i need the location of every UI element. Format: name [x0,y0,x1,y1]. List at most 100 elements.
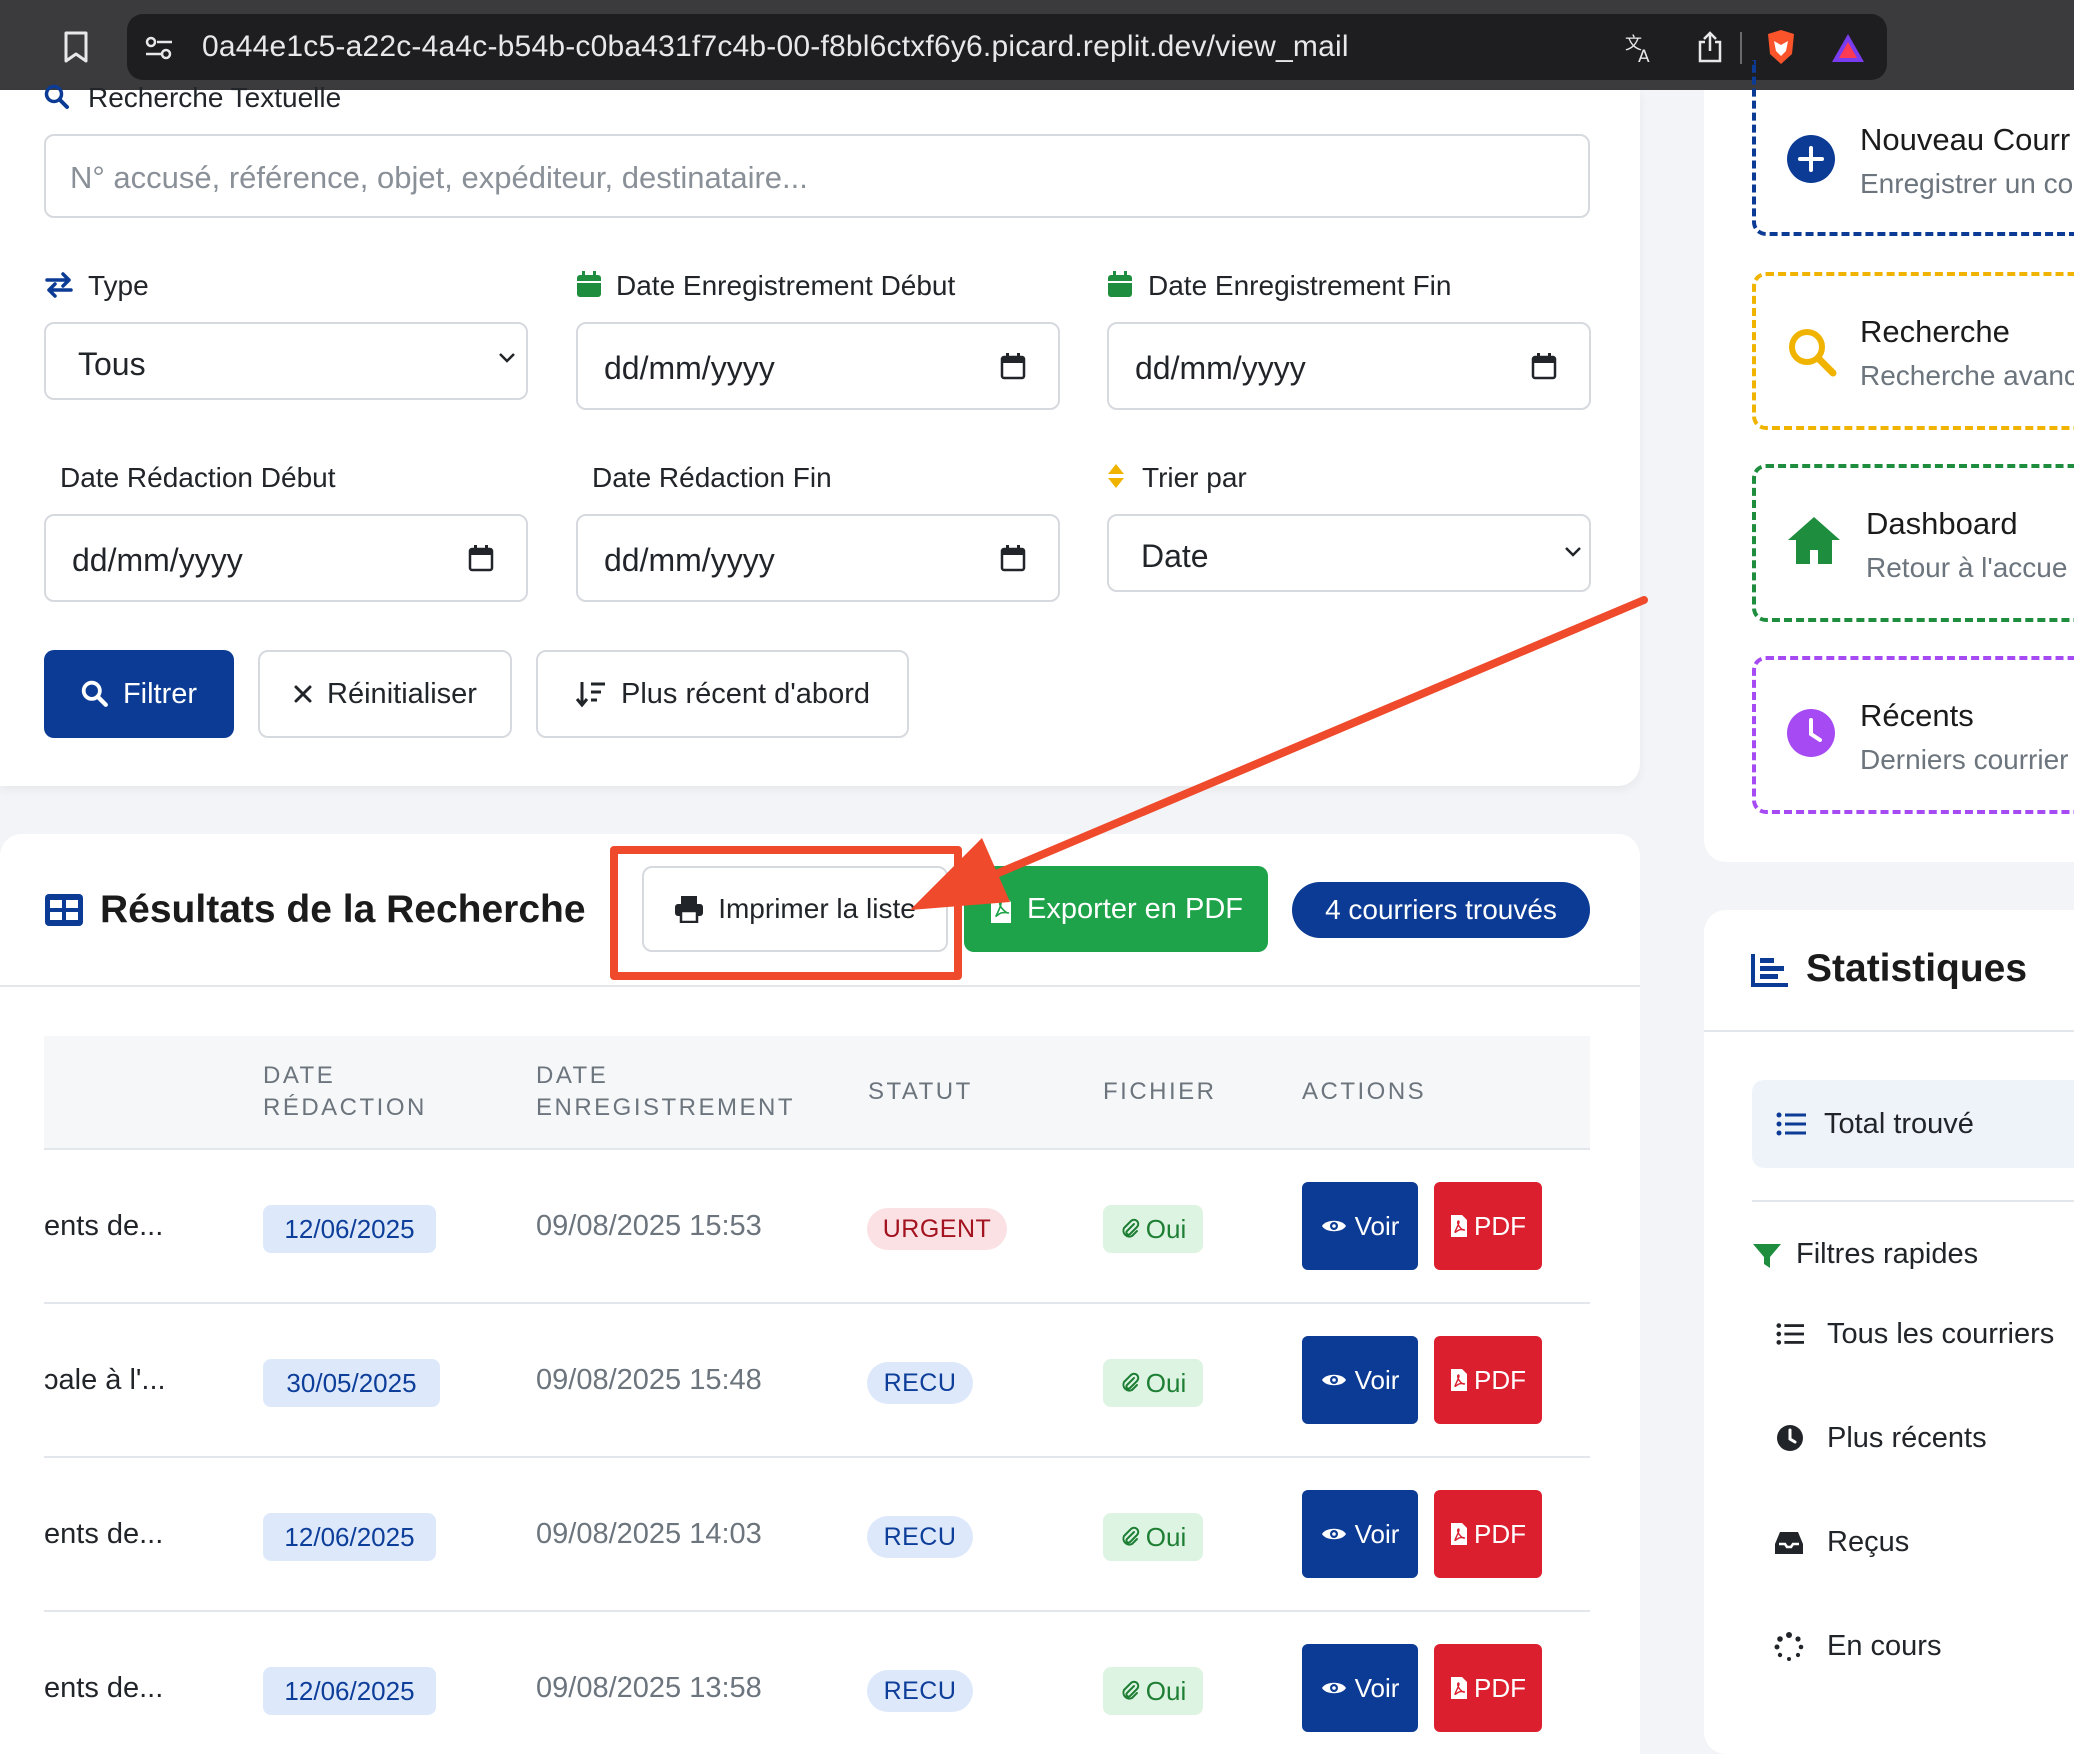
text-search-label: Recherche Textuelle [88,82,342,113]
clock-icon [1786,708,1836,758]
column-header-statut: STATUT [868,1078,973,1105]
object-cell: ents de... [44,1672,164,1704]
status-badge-recu: RECU [867,1362,973,1404]
chart-bar-icon [1750,952,1790,988]
quick-action-title: Recherche [1860,314,2010,349]
clock-icon [1776,1424,1804,1452]
date-redaction-badge: 30/05/2025 [263,1359,440,1407]
view-button-label: Voir [1354,1672,1400,1703]
table-icon [44,893,84,927]
object-cell: ents de... [44,1518,164,1550]
chevron-down-icon [498,352,516,364]
pdf-button[interactable]: PDF [1434,1336,1542,1424]
reset-button-label: Réinitialiser [327,677,477,710]
view-button[interactable]: Voir [1302,1644,1418,1732]
file-badge: Oui [1103,1359,1203,1407]
date-enregistrement-cell: 09/08/2025 14:03 [536,1518,762,1550]
file-badge: Oui [1103,1513,1203,1561]
quick-filters-label: Filtres rapides [1796,1238,1979,1270]
pdf-button[interactable]: PDF [1434,1490,1542,1578]
calendar-picker-icon[interactable] [1000,352,1026,380]
object-cell: ents de... [44,1210,164,1242]
svg-text:A: A [1638,47,1650,64]
filter-button-label: Filtrer [122,677,198,710]
reset-button[interactable]: Réinitialiser [258,650,512,738]
filter-icon [1752,1242,1782,1270]
file-badge-label: Oui [1145,1213,1187,1244]
pdf-button-label: PDF [1474,1364,1526,1395]
site-settings-icon[interactable] [144,34,174,62]
file-badge-label: Oui [1145,1675,1187,1706]
view-button[interactable]: Voir [1302,1490,1418,1578]
view-button[interactable]: Voir [1302,1336,1418,1424]
translate-icon[interactable]: 文A [1624,32,1656,64]
statistics-title: Statistiques [1806,947,2028,990]
pdf-button-label: PDF [1474,1672,1526,1703]
pdf-button[interactable]: PDF [1434,1182,1542,1270]
calendar-picker-icon[interactable] [468,544,494,572]
recent-first-button[interactable]: Plus récent d'abord [536,650,909,738]
pdf-button[interactable]: PDF [1434,1644,1542,1732]
type-label: Type [88,270,149,301]
column-header-date-redaction: DATE RÉDACTION [263,1062,427,1121]
calendar-icon [576,270,602,298]
close-icon [294,685,312,703]
quick-filter-received[interactable]: Reçus [1827,1526,1909,1559]
bookmark-icon[interactable] [62,30,90,64]
chevron-down-icon [1564,546,1582,558]
spinner-icon [1774,1632,1804,1662]
file-pdf-icon [1451,1523,1467,1545]
search-icon [81,680,108,707]
eye-icon [1321,1374,1346,1386]
calendar-icon [1107,270,1133,298]
inbox-icon [1774,1530,1804,1556]
eye-icon [1321,1528,1346,1540]
url-text[interactable]: 0a44e1c5-a22c-4a4c-b54b-c0ba431f7c4b-00-… [202,30,1349,64]
file-badge-label: Oui [1145,1367,1187,1398]
paperclip-icon [1122,1526,1139,1546]
date-redaction-badge: 12/06/2025 [263,1513,436,1561]
red-end-label: Date Rédaction Fin [592,462,832,493]
red-end-date-value: dd/mm/yyyy [604,542,775,578]
eye-icon [1321,1682,1346,1694]
toolbar-divider [1740,32,1742,64]
sort-label: Trier par [1142,462,1247,493]
view-button[interactable]: Voir [1302,1182,1418,1270]
quick-filter-in-progress[interactable]: En cours [1827,1630,1941,1663]
text-search-placeholder: N° accusé, référence, objet, expéditeur,… [70,160,808,195]
file-pdf-icon [1451,1677,1467,1699]
share-icon[interactable] [1696,30,1724,64]
column-header-actions: ACTIONS [1302,1078,1427,1105]
recent-first-button-label: Plus récent d'abord [621,677,870,710]
file-badge-label: Oui [1145,1521,1187,1552]
exchange-arrows-icon [44,272,74,298]
paperclip-icon [1122,1218,1139,1238]
status-badge-recu: RECU [867,1516,973,1558]
date-enregistrement-cell: 09/08/2025 13:58 [536,1672,762,1704]
quick-action-subtitle: Derniers courrier [1860,744,2069,775]
divider [0,985,1640,987]
calendar-picker-icon[interactable] [1000,544,1026,572]
divider [1752,1200,2074,1202]
quick-filter-all[interactable]: Tous les courriers [1827,1318,2054,1351]
calendar-picker-icon[interactable] [1531,352,1557,380]
sort-select-value: Date [1141,538,1209,574]
list-icon [1776,1322,1804,1346]
filter-button[interactable]: Filtrer [44,650,234,738]
list-icon [1776,1112,1806,1136]
view-button-label: Voir [1354,1518,1400,1549]
status-badge-recu: RECU [867,1670,973,1712]
column-header-fichier: FICHIER [1103,1078,1217,1105]
pdf-button-label: PDF [1474,1518,1526,1549]
reg-start-date-value: dd/mm/yyyy [604,350,775,386]
date-enregistrement-cell: 09/08/2025 15:53 [536,1210,762,1242]
quick-action-subtitle: Recherche avanc [1860,360,2074,391]
results-title: Résultats de la Recherche [100,888,586,931]
type-select-value: Tous [78,346,146,382]
status-badge-urgent: URGENT [867,1208,1007,1250]
reg-end-date-value: dd/mm/yyyy [1135,350,1306,386]
search-icon [1786,326,1838,378]
quick-action-title: Récents [1860,698,1974,733]
annotation-arrow [900,590,1650,920]
quick-filter-recent[interactable]: Plus récents [1827,1422,1987,1455]
